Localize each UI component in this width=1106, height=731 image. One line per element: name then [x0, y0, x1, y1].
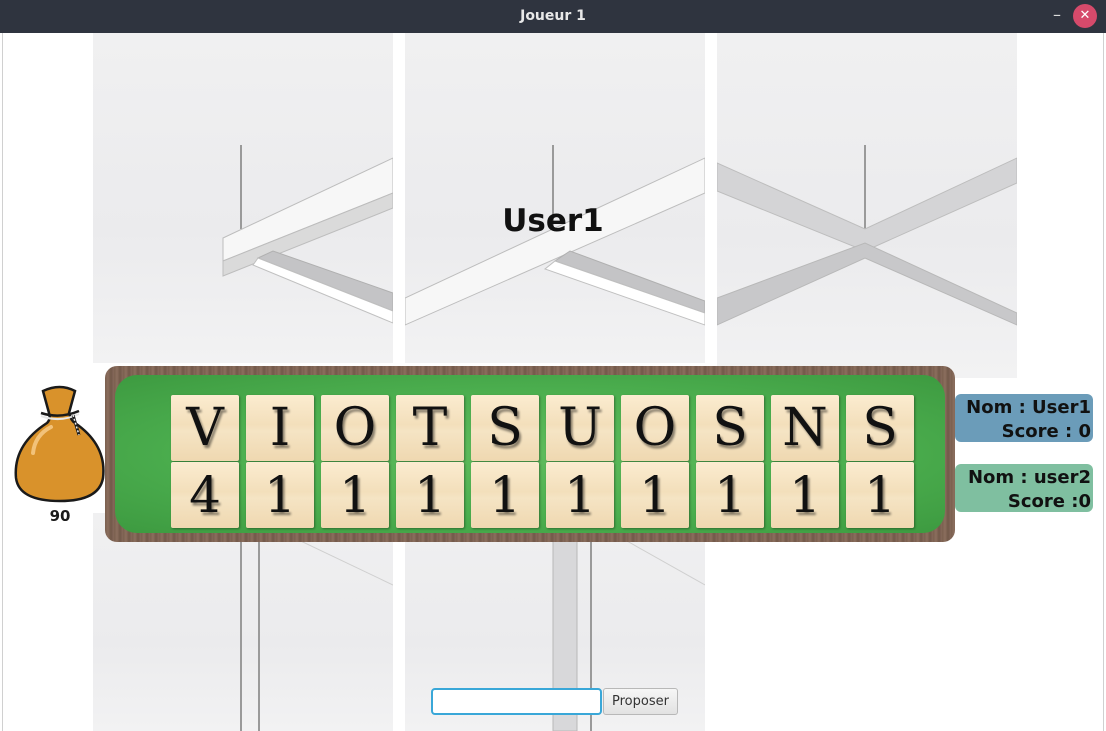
- game-area: User1 90 V I O T S U O S N S 4 1 1 1 1 1…: [2, 33, 1104, 731]
- score-tile: 1: [396, 462, 464, 528]
- letter-tile[interactable]: U: [546, 395, 614, 461]
- letter-tile[interactable]: S: [846, 395, 914, 461]
- close-button[interactable]: ✕: [1073, 4, 1097, 28]
- board-felt: V I O T S U O S N S 4 1 1 1 1 1 1 1 1 1: [115, 375, 945, 533]
- bag-icon: [14, 385, 105, 503]
- score-tile: 1: [621, 462, 689, 528]
- score-tile: 1: [471, 462, 539, 528]
- tile-board: V I O T S U O S N S 4 1 1 1 1 1 1 1 1 1: [105, 366, 955, 542]
- player-1-score: Score : 0: [1001, 421, 1091, 442]
- letter-tile[interactable]: S: [696, 395, 764, 461]
- score-tile: 1: [546, 462, 614, 528]
- player-2-name: Nom : user2: [967, 467, 1091, 488]
- player-2-scorecard: Nom : user2 Score :0: [955, 464, 1093, 512]
- title-bar: Joueur 1 – ✕: [0, 0, 1106, 33]
- minimize-button[interactable]: –: [1046, 4, 1068, 28]
- background-panel: [717, 33, 1017, 378]
- score-tile: 1: [246, 462, 314, 528]
- word-input[interactable]: [431, 688, 602, 715]
- score-tile: 4: [171, 462, 239, 528]
- score-tile: 1: [321, 462, 389, 528]
- background-panel: [405, 33, 705, 363]
- score-tile: 1: [846, 462, 914, 528]
- bag-count: 90: [49, 507, 71, 525]
- letter-row: V I O T S U O S N S: [171, 395, 914, 461]
- letter-tile[interactable]: V: [171, 395, 239, 461]
- score-tile: 1: [696, 462, 764, 528]
- game-window: Joueur 1 – ✕ User1 90 V I O T S U O S N …: [0, 0, 1106, 731]
- letter-tile[interactable]: O: [621, 395, 689, 461]
- background-panel: [93, 513, 393, 731]
- player-1-name: Nom : User1: [966, 397, 1091, 418]
- letter-tile[interactable]: S: [471, 395, 539, 461]
- letter-tile[interactable]: I: [246, 395, 314, 461]
- letter-tile[interactable]: O: [321, 395, 389, 461]
- player-1-scorecard: Nom : User1 Score : 0: [955, 394, 1093, 442]
- current-player-name: User1: [502, 203, 604, 239]
- score-row: 4 1 1 1 1 1 1 1 1 1: [171, 462, 914, 528]
- letter-tile[interactable]: N: [771, 395, 839, 461]
- player-2-score: Score :0: [1007, 491, 1091, 512]
- letter-tile[interactable]: T: [396, 395, 464, 461]
- score-tile: 1: [771, 462, 839, 528]
- propose-button[interactable]: Proposer: [603, 688, 678, 715]
- window-title: Joueur 1: [520, 8, 586, 24]
- background-panel: [93, 33, 393, 363]
